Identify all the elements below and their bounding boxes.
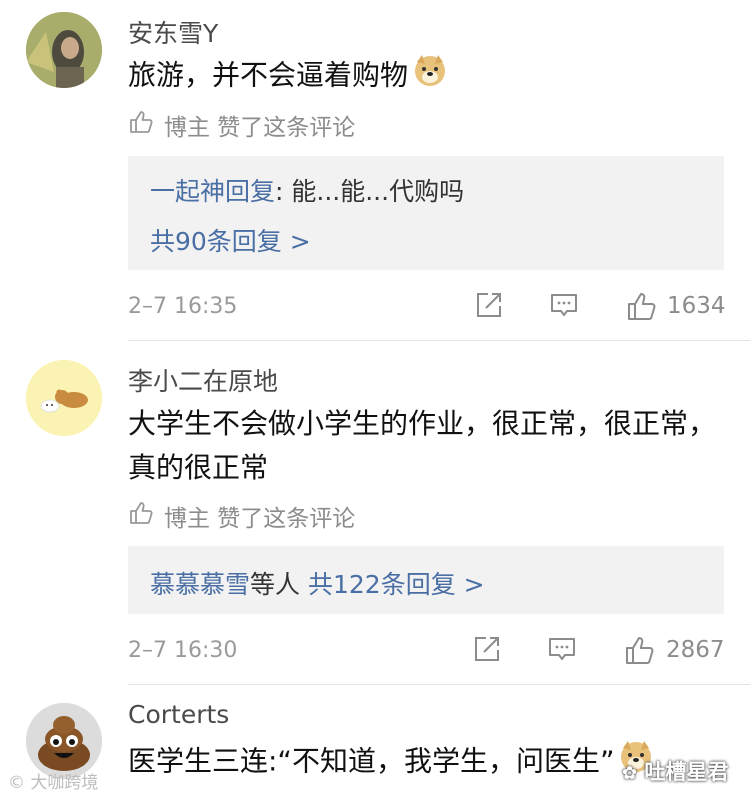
author-liked-label: 博主 赞了这条评论	[164, 115, 356, 141]
reply-preview: 慕慕慕雪等人 共122条回复 >	[150, 565, 485, 601]
username[interactable]: 安东雪Y	[128, 14, 218, 50]
watermark-left: © 大咖跨境	[8, 768, 98, 793]
avatar-image	[26, 360, 102, 436]
timestamp: 2–7 16:30	[128, 638, 238, 663]
author-liked-label: 博主 赞了这条评论	[164, 506, 356, 532]
watermark-logo-icon: ©	[8, 773, 25, 793]
divider	[128, 684, 750, 685]
doge-emoji-icon	[412, 52, 448, 101]
watermark-right: ✿ 吐槽星君	[622, 756, 728, 786]
share-icon[interactable]	[472, 634, 502, 668]
more-replies-link[interactable]: 共122条回复 >	[308, 570, 485, 599]
like-count: 2867	[666, 637, 725, 663]
reply-preview: 一起神回复: 能...能...代购吗	[150, 172, 464, 208]
reply-box[interactable]: 慕慕慕雪等人 共122条回复 >	[128, 546, 724, 614]
thumbs-up-outline-icon	[128, 109, 154, 141]
timestamp: 2–7 16:35	[128, 294, 238, 319]
reply-content: : 能...能...代购吗	[275, 177, 465, 206]
reply-mid-text: 等人	[250, 570, 301, 599]
reply-author[interactable]: 慕慕慕雪	[150, 570, 250, 599]
thumbs-up-outline-icon	[128, 500, 154, 532]
author-liked: 博主 赞了这条评论	[128, 499, 355, 533]
comment-icon[interactable]	[547, 634, 577, 668]
comment-text-content: 旅游，并不会逼着购物	[128, 58, 409, 92]
wechat-icon: ✿	[622, 763, 638, 784]
watermark-right-text: 吐槽星君	[644, 760, 729, 784]
comment-text: 旅游，并不会逼着购物	[128, 52, 728, 101]
avatar-image	[26, 12, 102, 88]
like-icon[interactable]	[626, 290, 658, 326]
avatar[interactable]	[26, 360, 102, 436]
reply-box[interactable]: 一起神回复: 能...能...代购吗 共90条回复 >	[128, 156, 724, 270]
comment-text: 大学生不会做小学生的作业，很正常，很正常，真的很正常	[128, 407, 717, 484]
share-icon[interactable]	[474, 290, 504, 324]
reply-author[interactable]: 一起神回复	[150, 177, 275, 206]
like-count: 1634	[667, 293, 726, 319]
author-liked: 博主 赞了这条评论	[128, 108, 355, 142]
like-icon[interactable]	[624, 634, 656, 670]
avatar[interactable]	[26, 12, 102, 88]
username[interactable]: Corterts	[128, 700, 229, 729]
watermark-left-text: 大咖跨境	[30, 773, 99, 793]
comment-icon[interactable]	[549, 290, 579, 324]
more-replies-link[interactable]: 共90条回复 >	[150, 222, 311, 258]
username[interactable]: 李小二在原地	[128, 362, 278, 398]
divider	[128, 340, 750, 341]
comment-meta: 2–7 16:30 2867	[0, 630, 750, 670]
comment-text-content: 医学生三连:“不知道，我学生，问医生”	[128, 744, 615, 778]
comment-meta: 2–7 16:35 1634	[0, 286, 750, 326]
